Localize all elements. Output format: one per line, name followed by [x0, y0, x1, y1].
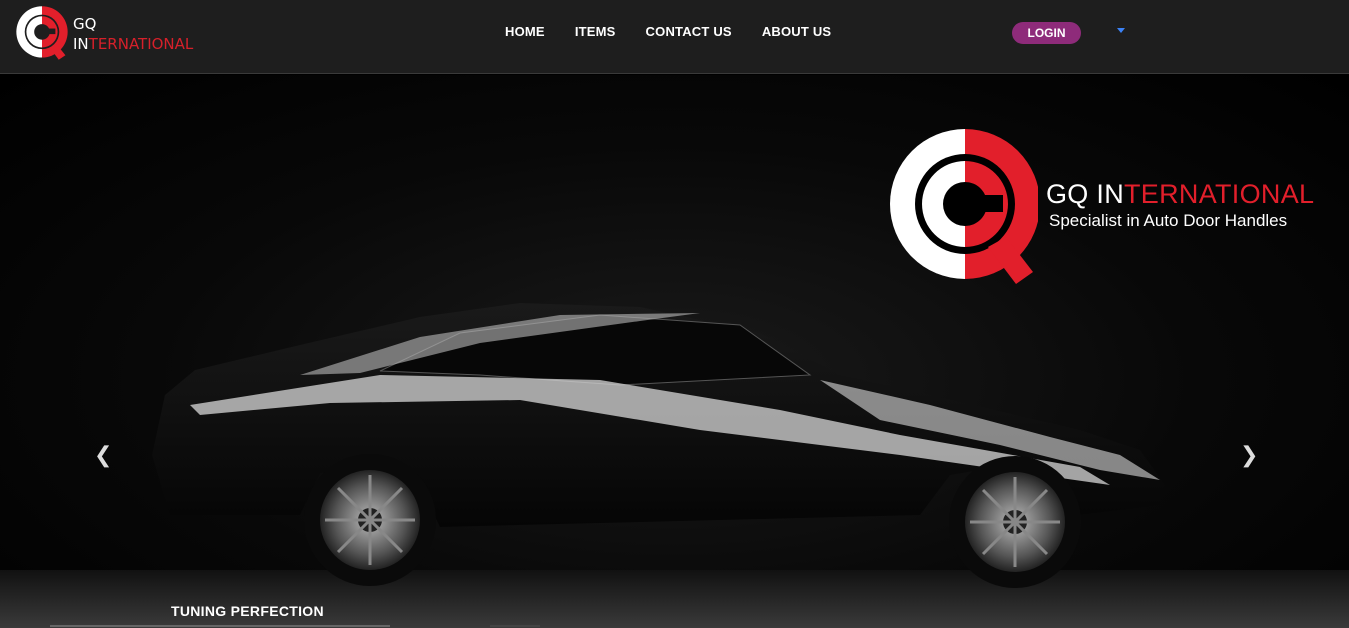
brand-name[interactable]: GQ INTERNATIONAL [73, 14, 193, 54]
chevron-left-icon[interactable]: ❮ [94, 443, 112, 468]
hero-tagline: Specialist in Auto Door Handles [1049, 211, 1288, 230]
hero-brand-white: GQ IN [1046, 179, 1125, 209]
car-image [0, 303, 1349, 628]
hero-carousel: GQ INTERNATIONAL Specialist in Auto Door… [0, 75, 1349, 628]
slide-caption: TUNING PERFECTION [171, 603, 324, 619]
nav-contact-link[interactable]: CONTACT US [646, 24, 732, 39]
gq-hero-logo-icon [890, 129, 1038, 284]
brand-line-2: INTERNATIONAL [73, 34, 193, 54]
gq-logo-icon[interactable] [14, 4, 70, 62]
brand-line-1: GQ [73, 15, 97, 33]
top-navbar: GQ INTERNATIONAL HOME ITEMS CONTACT US A… [0, 0, 1349, 74]
nav-about-link[interactable]: ABOUT US [762, 24, 832, 39]
main-menu: HOME ITEMS CONTACT US ABOUT US [490, 24, 846, 39]
hero-brand-red: TERNATIONAL [1124, 179, 1315, 209]
hero-brand-name: GQ INTERNATIONAL [1046, 179, 1314, 210]
chevron-right-icon[interactable]: ❯ [1240, 443, 1258, 468]
caret-down-icon[interactable] [1117, 28, 1125, 33]
slide-indicator-1[interactable] [50, 625, 390, 627]
nav-home-link[interactable]: HOME [505, 24, 545, 39]
brand-line-2-white: IN [73, 35, 89, 53]
nav-items-link[interactable]: ITEMS [575, 24, 616, 39]
brand-line-2-red: TERNATIONAL [88, 35, 194, 53]
login-button[interactable]: LOGIN [1012, 22, 1081, 44]
slide-indicator-2[interactable] [490, 625, 540, 627]
